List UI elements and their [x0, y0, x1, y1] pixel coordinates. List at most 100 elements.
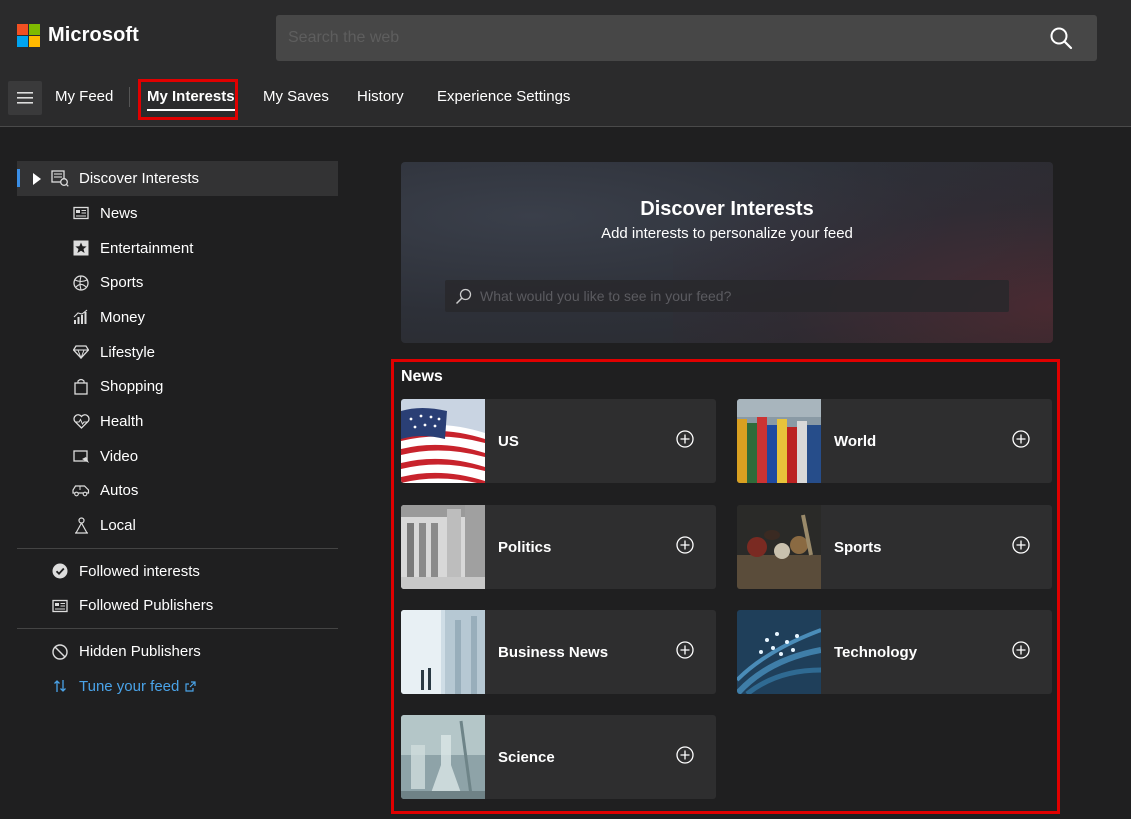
sidebar-item-label: News — [100, 204, 138, 222]
bag-icon — [72, 378, 90, 396]
card-label: World — [834, 432, 877, 450]
selected-accent-bar — [17, 169, 20, 187]
news-section-title: News — [401, 368, 443, 385]
hamburger-icon — [17, 92, 33, 104]
tab-my-saves[interactable]: My Saves — [263, 88, 329, 105]
sidebar-divider — [17, 547, 338, 549]
web-search-box — [276, 15, 1097, 61]
sidebar-item-label: Lifestyle — [100, 343, 156, 361]
top-bar: Microsoft My Feed My Interests My Saves … — [0, 0, 1131, 127]
fiber-optics-image — [737, 610, 821, 694]
sidebar-item-label: Followed Publishers — [79, 597, 214, 615]
card-label: Business News — [498, 643, 609, 661]
add-circle-icon[interactable] — [676, 746, 694, 764]
tab-experience-settings[interactable]: Experience Settings — [437, 88, 570, 105]
sidebar-item-label: Health — [100, 412, 144, 430]
sidebar-item-health[interactable]: Health — [17, 404, 338, 439]
interest-card-politics[interactable]: Politics — [401, 505, 716, 589]
tab-my-interests-label: My Interests — [147, 88, 235, 105]
chart-icon — [72, 308, 90, 326]
interest-card-science[interactable]: Science — [401, 715, 716, 799]
sidebar-item-video[interactable]: Video — [17, 439, 338, 474]
card-label: Science — [498, 748, 555, 766]
active-tab-underline — [147, 109, 235, 111]
tab-history[interactable]: History — [357, 88, 404, 105]
card-label: Sports — [834, 538, 882, 556]
sidebar-item-discover-interests[interactable]: Discover Interests — [17, 161, 338, 196]
sidebar-item-label: Autos — [100, 482, 139, 500]
sidebar-item-money[interactable]: Money — [17, 300, 338, 335]
add-circle-icon[interactable] — [676, 536, 694, 554]
tab-my-interests[interactable]: My Interests — [147, 88, 235, 111]
sidebar-item-label: Money — [100, 308, 146, 326]
sidebar-item-hidden-publishers[interactable]: Hidden Publishers — [17, 634, 338, 669]
sidebar-divider — [17, 628, 338, 630]
add-circle-icon[interactable] — [1012, 430, 1030, 448]
interest-search-input[interactable] — [480, 280, 1000, 312]
sidebar: Discover Interests News Entertainment Sp… — [17, 161, 338, 704]
interest-card-sports[interactable]: Sports — [737, 505, 1052, 589]
sort-arrows-icon — [51, 677, 69, 695]
hamburger-menu-button[interactable] — [8, 81, 42, 115]
sidebar-item-local[interactable]: Local — [17, 508, 338, 543]
interest-search-box — [445, 280, 1009, 312]
checkmark-circle-icon — [51, 562, 69, 580]
sidebar-item-label: Sports — [100, 274, 144, 292]
add-circle-icon[interactable] — [676, 430, 694, 448]
discover-hero: Discover Interests Add interests to pers… — [401, 162, 1053, 343]
sidebar-item-label: Entertainment — [100, 239, 194, 257]
sidebar-item-label: Video — [100, 447, 139, 465]
columns-image — [401, 505, 485, 589]
hero-subtitle: Add interests to personalize your feed — [601, 225, 853, 242]
diamond-icon — [72, 343, 90, 361]
interest-card-business-news[interactable]: Business News — [401, 610, 716, 694]
sidebar-item-entertainment[interactable]: Entertainment — [17, 231, 338, 266]
discover-icon — [51, 170, 69, 192]
search-icon — [455, 288, 472, 310]
web-search-input[interactable] — [288, 15, 1028, 61]
car-icon — [72, 482, 90, 500]
hero-title: Discover Interests — [640, 198, 814, 220]
sidebar-item-label: Followed interests — [79, 562, 200, 580]
sidebar-item-autos[interactable]: Autos — [17, 474, 338, 509]
video-icon — [72, 447, 90, 465]
sidebar-item-lifestyle[interactable]: Lifestyle — [17, 335, 338, 370]
sidebar-item-label: Discover Interests — [79, 170, 200, 187]
sidebar-item-followed-publishers[interactable]: Followed Publishers — [17, 589, 338, 624]
add-circle-icon[interactable] — [676, 641, 694, 659]
card-label: US — [498, 432, 519, 450]
sidebar-item-label: Shopping — [100, 378, 164, 396]
add-circle-icon[interactable] — [1012, 536, 1030, 554]
office-image — [401, 610, 485, 694]
heart-icon — [72, 412, 90, 430]
newspaper-icon — [72, 204, 90, 222]
sidebar-item-shopping[interactable]: Shopping — [17, 369, 338, 404]
add-circle-icon[interactable] — [1012, 641, 1030, 659]
sidebar-item-news[interactable]: News — [17, 196, 338, 231]
us-flag-image — [401, 399, 485, 483]
tune-your-feed-label: Tune your feed — [79, 677, 180, 695]
card-label: Politics — [498, 538, 552, 556]
microsoft-logo-icon — [17, 24, 40, 47]
caret-right-icon[interactable] — [33, 172, 41, 190]
interest-card-technology[interactable]: Technology — [737, 610, 1052, 694]
sidebar-item-label: Local — [100, 517, 136, 535]
sidebar-item-label: Hidden Publishers — [79, 643, 201, 661]
sidebar-item-sports[interactable]: Sports — [17, 265, 338, 300]
newspaper-icon — [51, 597, 69, 615]
interest-card-us[interactable]: US — [401, 399, 716, 483]
sidebar-item-followed-interests[interactable]: Followed interests — [17, 554, 338, 589]
tab-my-feed[interactable]: My Feed — [55, 88, 113, 105]
search-icon[interactable] — [1049, 26, 1073, 50]
brand-name: Microsoft — [48, 24, 139, 46]
ball-icon — [72, 274, 90, 292]
microsoft-logo[interactable]: Microsoft — [17, 24, 139, 47]
nav-divider — [129, 87, 130, 107]
block-icon — [51, 643, 69, 661]
interest-card-world[interactable]: World — [737, 399, 1052, 483]
location-icon — [72, 517, 90, 535]
card-label: Technology — [834, 643, 918, 661]
tune-your-feed-link[interactable]: Tune your feed — [17, 669, 338, 704]
star-icon — [72, 239, 90, 257]
world-flags-image — [737, 399, 821, 483]
